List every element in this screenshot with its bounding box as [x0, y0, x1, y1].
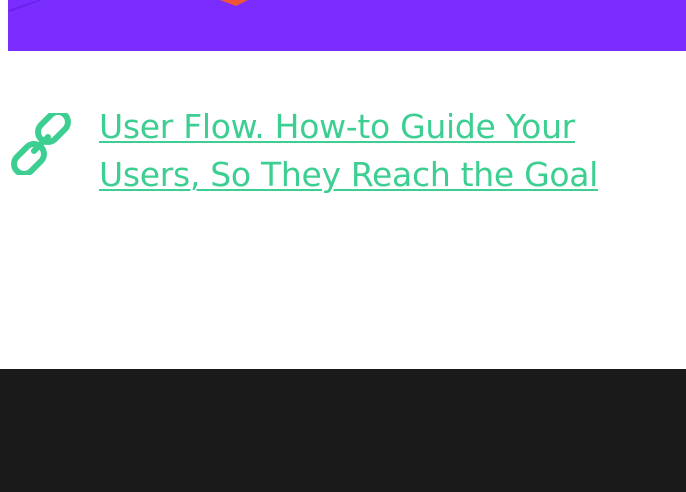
footer — [0, 369, 686, 492]
hero-illustration — [8, 0, 686, 51]
related-article-link[interactable]: User Flow. How-to Guide Your Users, So T… — [99, 103, 659, 199]
link-icon — [10, 109, 72, 177]
hero-background — [8, 0, 686, 51]
hero-image — [8, 0, 686, 51]
